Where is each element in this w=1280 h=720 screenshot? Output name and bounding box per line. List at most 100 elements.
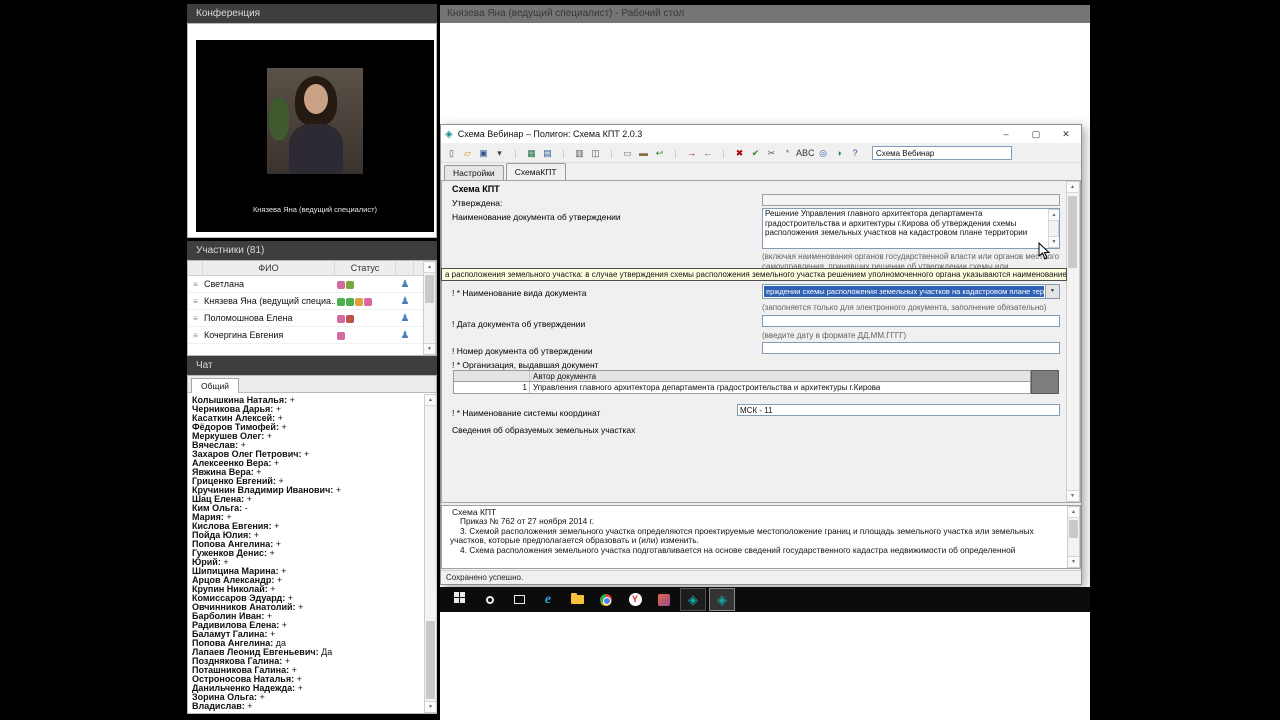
delete-icon[interactable]: ✖ [732, 145, 747, 161]
row-menu-icon[interactable]: ≡ [188, 280, 203, 289]
combobox-selected-text: ерждении схемы расположения земельных уч… [764, 286, 1044, 297]
paste-icon[interactable]: ▬ [636, 145, 651, 161]
participant-status-icons [335, 330, 396, 340]
tools-icon[interactable]: * [780, 145, 795, 161]
check-icon[interactable]: ✔ [748, 145, 763, 161]
explorer-icon[interactable] [564, 588, 590, 611]
row-menu-icon[interactable]: ≡ [188, 297, 203, 306]
reference-scrollbar[interactable]: ▲ ▼ [1067, 506, 1080, 568]
scroll-up-icon[interactable]: ▲ [424, 262, 435, 273]
participant-row[interactable]: ≡ Светлана ♟ [188, 276, 423, 293]
scroll-down-icon[interactable]: ▼ [424, 343, 435, 354]
participants-panel-header: Участники (81) [187, 241, 437, 260]
scroll-thumb[interactable] [425, 275, 434, 303]
scroll-thumb[interactable] [1069, 520, 1078, 538]
chevron-down-icon[interactable]: ▼ [1045, 285, 1059, 298]
tab[interactable]: Настройки [444, 165, 504, 180]
separator[interactable]: | [508, 145, 523, 161]
chat-message: Захаров Олег Петрович: + [192, 450, 310, 459]
reference-line: 4. Схема расположения земельного участка… [460, 544, 1016, 555]
maximize-button[interactable]: ▢ [1021, 125, 1051, 143]
doc-date-field[interactable] [762, 315, 1060, 327]
scroll-up-icon[interactable]: ▲ [1049, 210, 1059, 221]
print-icon[interactable]: ▥ [572, 145, 587, 161]
org-table-header: Автор документа [454, 371, 1030, 382]
search-button[interactable] [477, 588, 503, 611]
help-icon[interactable]: ? [848, 145, 863, 161]
scroll-up-icon[interactable]: ▲ [425, 395, 436, 406]
scroll-down-icon[interactable]: ▼ [1049, 236, 1059, 247]
edge-icon[interactable]: e [535, 588, 561, 611]
screen: Конференция Князева Яна (ведущий специал… [0, 0, 1280, 720]
clock-icon[interactable]: ◑ [832, 145, 847, 161]
scroll-down-icon[interactable]: ▼ [1067, 490, 1078, 501]
windows-logo-icon [453, 592, 459, 597]
form-scrollbar[interactable]: ▲ ▼ [1066, 181, 1080, 502]
coords-label: ! * Наименование системы координат [452, 408, 601, 418]
word-icon[interactable]: ▤ [540, 145, 555, 161]
scroll-up-icon[interactable]: ▲ [1067, 182, 1078, 193]
scroll-down-icon[interactable]: ▼ [1068, 556, 1079, 567]
doc-type-combobox[interactable]: ерждении схемы расположения земельных уч… [762, 284, 1060, 299]
open-icon[interactable]: ▱ [460, 145, 475, 161]
coords-field[interactable]: МСК - 11 [737, 404, 1060, 416]
globe-icon[interactable]: ◎ [816, 145, 831, 161]
start-button[interactable] [448, 588, 474, 611]
cut-icon[interactable]: ✂ [764, 145, 779, 161]
print-preview-icon[interactable]: ◫ [588, 145, 603, 161]
participant-name: Кочергина Евгения [204, 330, 284, 340]
excel-icon[interactable]: ▦ [524, 145, 539, 161]
separator[interactable]: | [716, 145, 731, 161]
chat-message: Фёдоров Тимофей: + [192, 423, 287, 432]
participant-row[interactable]: ≡ Князева Яна (ведущий специа... ♟ [188, 293, 423, 310]
participants-scrollbar[interactable]: ▲ ▼ [423, 261, 436, 355]
row-menu-icon[interactable]: ≡ [188, 331, 203, 340]
separator[interactable]: | [604, 145, 619, 161]
minimize-button[interactable]: – [991, 125, 1021, 143]
window-titlebar[interactable]: ◈ Схема Вебинар – Полигон: Схема КПТ 2.0… [441, 125, 1081, 143]
scroll-thumb[interactable] [426, 621, 435, 699]
copy-icon[interactable]: ▭ [620, 145, 635, 161]
chat-tab-general[interactable]: Общий [191, 378, 239, 394]
participant-name: Князева Яна (ведущий специа... [204, 296, 335, 306]
import-xml-icon[interactable]: → [684, 145, 699, 161]
scroll-thumb[interactable] [1068, 196, 1077, 268]
tooltip: а расположения земельного участка: в слу… [441, 268, 1067, 281]
scroll-up-icon[interactable]: ▲ [1068, 507, 1079, 518]
webinar-name-input[interactable] [872, 146, 1012, 160]
polygon-app-icon[interactable]: ◈ [680, 588, 706, 611]
tab[interactable]: СхемаКПТ [505, 163, 566, 180]
participant-row[interactable]: ≡ Кочергина Евгения ♟ [188, 327, 423, 344]
row-menu-icon[interactable]: ≡ [188, 314, 203, 323]
photos-icon[interactable] [651, 588, 677, 611]
save-icon[interactable]: ▣ [476, 145, 491, 161]
close-button[interactable]: ✕ [1051, 125, 1081, 143]
chat-message: Баламут Галина: + [192, 630, 276, 639]
spellcheck-icon[interactable]: ABC [796, 145, 815, 161]
separator[interactable]: | [556, 145, 571, 161]
chat-message: Попова Ангелина: да [192, 639, 286, 648]
taskview-button[interactable] [506, 588, 532, 611]
chrome-icon[interactable] [593, 588, 619, 611]
chat-message: Кислова Евгения: + [192, 522, 280, 531]
approved-field[interactable] [762, 194, 1060, 206]
doc-number-field[interactable] [762, 342, 1060, 354]
org-row-value[interactable]: Управления главного архитектора департам… [530, 382, 1030, 393]
separator[interactable]: | [668, 145, 683, 161]
save-menu-icon[interactable]: ▾ [492, 145, 507, 161]
org-table-row[interactable]: 1 Управления главного архитектора департ… [454, 382, 1030, 393]
scroll-down-icon[interactable]: ▼ [425, 701, 436, 712]
undo-icon[interactable]: ↩ [652, 145, 667, 161]
participants-table-header: ФИО Статус [188, 261, 423, 276]
export-xml-icon[interactable]: ← [700, 145, 715, 161]
chat-scrollbar[interactable]: ▲ ▼ [424, 394, 437, 713]
new-icon[interactable]: ▯ [444, 145, 459, 161]
org-table-side-button[interactable] [1031, 370, 1059, 394]
polygon-app-icon-active[interactable]: ◈ [709, 588, 735, 611]
yandex-icon[interactable]: Y [622, 588, 648, 611]
chat-message: Крупин Николай: + [192, 585, 276, 594]
participant-row[interactable]: ≡ Поломошнова Елена ♟ [188, 310, 423, 327]
doc-name-textarea[interactable]: Решение Управления главного архитектора … [762, 208, 1060, 249]
chat-panel-header: Чат [187, 356, 437, 375]
status-dot-icon [364, 297, 372, 306]
